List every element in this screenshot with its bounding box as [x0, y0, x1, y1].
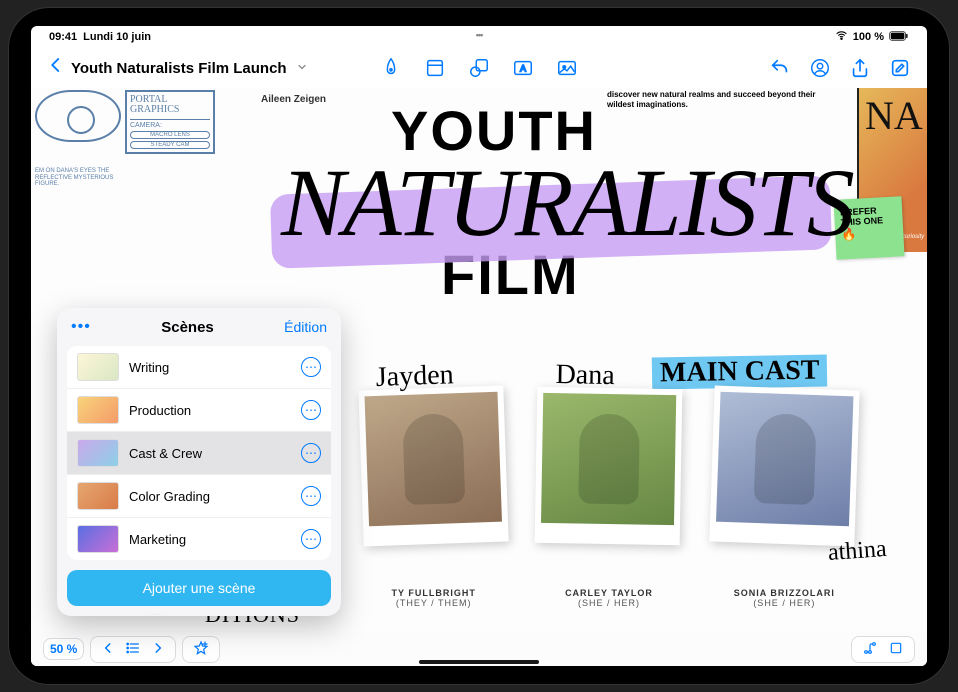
- polaroid-3[interactable]: [709, 386, 860, 547]
- cast-pronouns-2: (SHE / HER): [536, 598, 681, 608]
- polaroid-1[interactable]: Jayden: [358, 386, 509, 547]
- undo-icon[interactable]: [769, 57, 791, 79]
- cast-captions: TY FULLBRIGHT (THEY / THEM) CARLEY TAYLO…: [361, 588, 857, 608]
- left-sketch-group: PORTAL GRAPHICS CAMERA: MACRO LENS STEAD…: [35, 90, 215, 188]
- next-scene-button[interactable]: [147, 641, 169, 658]
- extra-signature: athina: [827, 536, 887, 567]
- zoom-control[interactable]: 50 %: [43, 638, 84, 660]
- scene-thumb-icon: [77, 482, 119, 510]
- share-icon[interactable]: [849, 57, 871, 79]
- battery-icon: [889, 30, 909, 45]
- zoom-value: 50 %: [50, 642, 77, 656]
- popover-more-icon[interactable]: •••: [71, 318, 91, 336]
- cast-photo-2: [541, 393, 677, 525]
- eye-sketch-icon: [35, 90, 121, 142]
- scene-row-cast-crew[interactable]: Cast & Crew ⋯: [67, 432, 331, 475]
- cast-name-1: TY FULLBRIGHT: [361, 588, 506, 598]
- shape-icon[interactable]: [468, 57, 490, 79]
- cast-photo-1: [365, 392, 503, 527]
- planning-graphics-label: PORTAL GRAPHICS: [130, 95, 210, 115]
- ellipsis-circle-icon[interactable]: ⋯: [301, 443, 321, 463]
- under-eye-text: EM ON DANA'S EYES THE REFLECTIVE MYSTERI…: [35, 168, 121, 188]
- scene-row-production[interactable]: Production ⋯: [67, 389, 331, 432]
- star-plus-icon[interactable]: [189, 640, 213, 659]
- media-icon[interactable]: [556, 57, 578, 79]
- scene-row-color-grading[interactable]: Color Grading ⋯: [67, 475, 331, 518]
- scene-thumb-icon: [77, 353, 119, 381]
- scene-row-writing[interactable]: Writing ⋯: [67, 346, 331, 389]
- ellipsis-circle-icon[interactable]: ⋯: [301, 400, 321, 420]
- ellipsis-circle-icon[interactable]: ⋯: [301, 529, 321, 549]
- popover-title: Scènes: [161, 319, 214, 336]
- cast-pronouns-1: (THEY / THEM): [361, 598, 506, 608]
- heading-line-2: NATURALISTS: [281, 149, 853, 256]
- frame-icon[interactable]: [884, 640, 908, 659]
- cast-pronouns-3: (SHE / HER): [712, 598, 857, 608]
- planning-pill-1: MACRO LENS: [130, 131, 210, 139]
- ellipsis-circle-icon[interactable]: ⋯: [301, 486, 321, 506]
- polaroid-row: Jayden Dana: [361, 388, 857, 544]
- cast-name-3: SONIA BRIZZOLARI: [712, 588, 857, 598]
- scene-label: Color Grading: [129, 489, 210, 504]
- ellipsis-circle-icon[interactable]: ⋯: [301, 357, 321, 377]
- text-box-icon[interactable]: A: [512, 57, 534, 79]
- scene-list-button[interactable]: [121, 640, 145, 659]
- title-chevron-icon[interactable]: [296, 61, 308, 76]
- scene-thumb-icon: [77, 439, 119, 467]
- cast-signature-1: Jayden: [375, 359, 454, 394]
- scene-label: Marketing: [129, 532, 186, 547]
- status-date: Lundi 10 juin: [83, 31, 151, 43]
- cast-signature-2: Dana: [556, 359, 616, 392]
- prev-scene-button[interactable]: [97, 641, 119, 658]
- scene-row-marketing[interactable]: Marketing ⋯: [67, 518, 331, 560]
- cast-photo-3: [716, 392, 854, 527]
- polaroid-2[interactable]: Dana: [535, 387, 683, 546]
- scene-thumb-icon: [77, 525, 119, 553]
- document-title[interactable]: Youth Naturalists Film Launch: [71, 60, 287, 77]
- connector-icon[interactable]: [858, 640, 882, 659]
- status-time: 09:41: [49, 31, 77, 43]
- scenes-popover: ••• Scènes Édition Writing ⋯ Production …: [57, 308, 341, 616]
- screen: 09:41 Lundi 10 juin ••• 100 % Youth Nat: [31, 26, 927, 666]
- multitask-dots-icon[interactable]: •••: [476, 30, 482, 40]
- status-bar: 09:41 Lundi 10 juin ••• 100 %: [31, 26, 927, 48]
- bottom-right-tools: [851, 636, 915, 663]
- planning-camera-label: CAMERA:: [130, 119, 210, 129]
- scene-nav-group: [90, 636, 176, 663]
- star-scene-button-group: [182, 636, 220, 663]
- back-button[interactable]: [47, 56, 65, 80]
- cast-caption-1: TY FULLBRIGHT (THEY / THEM): [361, 588, 506, 608]
- svg-text:A: A: [520, 64, 527, 74]
- sticky-note-icon[interactable]: [424, 57, 446, 79]
- planning-pill-2: STEADY CAM: [130, 141, 210, 149]
- pen-tool-icon[interactable]: [380, 57, 402, 79]
- canvas-heading: YOUTH NATURALISTS FILM: [281, 104, 853, 302]
- collaborate-icon[interactable]: [809, 57, 831, 79]
- cast-caption-2: CARLEY TAYLOR (SHE / HER): [536, 588, 681, 608]
- toolbar: Youth Naturalists Film Launch A: [31, 48, 927, 88]
- home-indicator[interactable]: [419, 660, 539, 664]
- edit-icon[interactable]: [889, 57, 911, 79]
- scene-thumb-icon: [77, 396, 119, 424]
- scene-label: Production: [129, 403, 191, 418]
- battery-text: 100 %: [853, 31, 884, 43]
- scene-label: Writing: [129, 360, 169, 375]
- add-scene-button[interactable]: Ajouter une scène: [67, 570, 331, 606]
- poster-fragment-text: NA: [865, 92, 923, 139]
- scene-list: Writing ⋯ Production ⋯ Cast & Crew ⋯ Col…: [67, 346, 331, 560]
- cast-caption-3: SONIA BRIZZOLARI (SHE / HER): [712, 588, 857, 608]
- cast-name-2: CARLEY TAYLOR: [536, 588, 681, 598]
- wifi-icon: [835, 29, 848, 45]
- ipad-frame: 09:41 Lundi 10 juin ••• 100 % Youth Nat: [9, 8, 949, 684]
- main-cast-label: MAIN CAST: [651, 354, 827, 389]
- planning-card: PORTAL GRAPHICS CAMERA: MACRO LENS STEAD…: [125, 90, 215, 154]
- popover-arrow-icon: [147, 615, 165, 616]
- scene-label: Cast & Crew: [129, 446, 202, 461]
- popover-edit-button[interactable]: Édition: [284, 319, 327, 335]
